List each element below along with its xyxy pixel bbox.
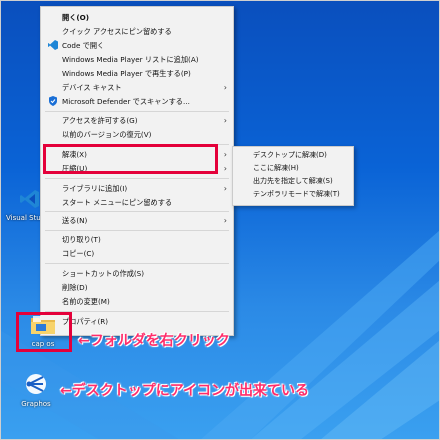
menu-separator — [45, 263, 229, 264]
menu-item-label: コピー(C) — [62, 249, 95, 258]
menu-item-wmp-play[interactable]: Windows Media Player で再生する(P) — [41, 67, 233, 80]
menu-item-label: 削除(D) — [62, 283, 88, 292]
extract-compress-highlight — [43, 144, 218, 174]
menu-item-label: 切り取り(T) — [62, 235, 101, 244]
menu-separator — [45, 178, 229, 179]
menu-item-label: スタート メニューにピン留めする — [62, 198, 173, 207]
menu-item-open-with-code[interactable]: Code で開く — [41, 39, 233, 52]
submenu-item-extract-here[interactable]: ここに解凍(H) — [253, 162, 299, 175]
extract-submenu: デスクトップに解凍(D) ここに解凍(H) 出力先を指定して解凍(S) テンポラ… — [232, 146, 354, 206]
menu-item-label: デバイス キャスト — [62, 83, 122, 92]
menu-item-label: Windows Media Player リストに追加(A) — [62, 55, 199, 64]
menu-item-copy[interactable]: コピー(C) — [41, 247, 233, 260]
menu-item-add-to-library[interactable]: ライブラリに追加(I) › — [41, 182, 233, 195]
folder-annotation: ←フォルダを右クリック — [78, 333, 230, 349]
menu-item-device-cast[interactable]: デバイス キャスト › — [41, 81, 233, 94]
menu-item-pin-quick-access[interactable]: クイック アクセスにピン留めする — [41, 25, 233, 38]
submenu-item-extract-to[interactable]: 出力先を指定して解凍(S) — [253, 175, 333, 188]
menu-item-open[interactable]: 開く(O) — [41, 11, 233, 24]
menu-item-defender-scan[interactable]: Microsoft Defender でスキャンする... — [41, 95, 233, 108]
menu-item-label: Microsoft Defender でスキャンする... — [62, 97, 190, 106]
vscode-icon — [20, 190, 39, 208]
chevron-right-icon: › — [223, 164, 227, 173]
menu-separator — [45, 111, 229, 112]
menu-item-delete[interactable]: 削除(D) — [41, 281, 233, 294]
menu-separator — [45, 211, 229, 212]
menu-separator — [45, 311, 229, 312]
menu-item-cut[interactable]: 切り取り(T) — [41, 233, 233, 246]
menu-item-label: Code で開く — [62, 41, 105, 50]
desktop-icon-shortcut[interactable]: Graphos — [12, 372, 60, 408]
menu-item-send-to[interactable]: 送る(N) › — [41, 214, 233, 227]
menu-item-label: ショートカットの作成(S) — [62, 269, 145, 278]
menu-item-label: ライブラリに追加(I) — [62, 184, 128, 193]
folder-highlight — [16, 312, 72, 352]
submenu-item-extract-temp[interactable]: テンポラリモードで解凍(T) — [253, 188, 340, 201]
menu-item-wmp-add[interactable]: Windows Media Player リストに追加(A) — [41, 53, 233, 66]
chevron-right-icon: › — [223, 150, 227, 159]
chevron-right-icon: › — [223, 83, 227, 92]
menu-item-label: Windows Media Player で再生する(P) — [62, 69, 191, 78]
chevron-right-icon: › — [223, 116, 227, 125]
menu-item-rename[interactable]: 名前の変更(M) — [41, 295, 233, 308]
menu-item-label: 以前のバージョンの復元(V) — [62, 130, 152, 139]
chevron-right-icon: › — [223, 216, 227, 225]
chevron-right-icon: › — [223, 184, 227, 193]
menu-item-label: 名前の変更(M) — [62, 297, 110, 306]
menu-item-label: 送る(N) — [62, 216, 88, 225]
menu-item-restore-versions[interactable]: 以前のバージョンの復元(V) — [41, 128, 233, 141]
submenu-item-extract-desktop[interactable]: デスクトップに解凍(D) — [253, 149, 327, 162]
menu-item-grant-access[interactable]: アクセスを許可する(G) › — [41, 114, 233, 127]
menu-item-pin-start[interactable]: スタート メニューにピン留めする — [41, 196, 233, 209]
menu-item-create-shortcut[interactable]: ショートカットの作成(S) — [41, 267, 233, 280]
vscode-icon — [47, 40, 58, 51]
app-shortcut-icon — [26, 374, 46, 394]
menu-item-label: クイック アクセスにピン留めする — [62, 27, 172, 36]
defender-icon — [47, 96, 58, 107]
shortcut-label: Graphos — [21, 400, 51, 408]
menu-separator — [45, 230, 229, 231]
menu-item-label: アクセスを許可する(G) — [62, 116, 138, 125]
menu-item-label: 開く(O) — [62, 13, 90, 22]
shortcut-annotation: ←デスクトップにアイコンが出来ている — [60, 383, 310, 399]
